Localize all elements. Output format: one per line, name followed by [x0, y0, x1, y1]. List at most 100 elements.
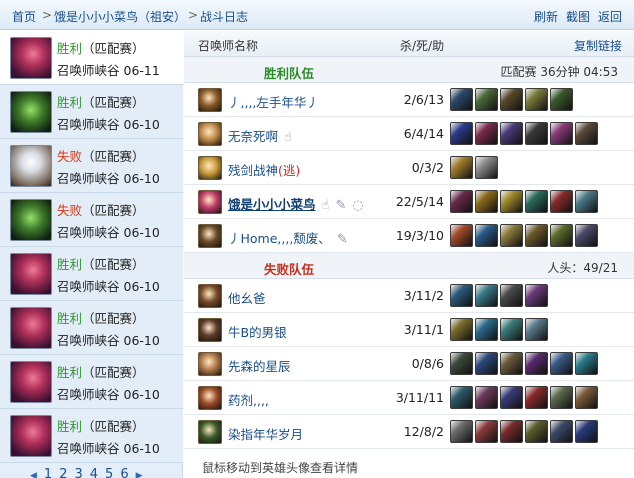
item-icon[interactable]	[475, 190, 498, 213]
item-icon[interactable]	[475, 386, 498, 409]
champion-icon[interactable]	[198, 156, 222, 180]
screenshot-button[interactable]: 截图	[566, 8, 590, 25]
champion-avatar	[10, 37, 52, 79]
item-icon[interactable]	[450, 352, 473, 375]
item-icon[interactable]	[575, 352, 598, 375]
result-label: 胜利	[57, 95, 83, 110]
summoner-name[interactable]: 无奈死啊 ☝	[228, 126, 292, 145]
champion-icon[interactable]	[198, 224, 222, 248]
item-icon[interactable]	[450, 88, 473, 111]
item-icon[interactable]	[500, 224, 523, 247]
item-icon[interactable]	[550, 190, 573, 213]
summoner-name[interactable]: 丿Home,,,,颓废、 ✎	[228, 228, 348, 247]
item-icon[interactable]	[500, 352, 523, 375]
summoner-name[interactable]: 染指年华岁月	[228, 424, 303, 443]
champion-icon[interactable]	[198, 420, 222, 444]
item-icon[interactable]	[525, 318, 548, 341]
summoner-name[interactable]: 先森的星辰	[228, 356, 291, 375]
item-icon[interactable]	[450, 190, 473, 213]
back-button[interactable]: 返回	[598, 8, 622, 25]
breadcrumb-player[interactable]: 饿是小小小菜鸟（祖安）	[54, 8, 186, 25]
match-item[interactable]: 胜利（匹配赛） 召唤师峡谷 06-10	[0, 355, 183, 409]
item-icon[interactable]	[450, 224, 473, 247]
item-icon[interactable]	[475, 318, 498, 341]
page-link[interactable]: 3	[74, 467, 82, 478]
champion-icon[interactable]	[198, 386, 222, 410]
next-page-icon[interactable]: ▶	[136, 471, 143, 478]
item-icon[interactable]	[475, 122, 498, 145]
item-icon[interactable]	[525, 386, 548, 409]
prev-page-icon[interactable]: ◀	[30, 471, 37, 478]
item-icon[interactable]	[575, 386, 598, 409]
item-icon[interactable]	[575, 190, 598, 213]
page-link[interactable]: 2	[59, 467, 67, 478]
match-item[interactable]: 失败（匹配赛） 召唤师峡谷 06-10	[0, 193, 183, 247]
breadcrumb-home[interactable]: 首页	[12, 8, 36, 25]
summoner-name[interactable]: 丿,,,,左手年华丿	[228, 92, 319, 111]
item-icon[interactable]	[575, 420, 598, 443]
item-icon[interactable]	[475, 224, 498, 247]
page-link[interactable]: 5	[105, 467, 113, 478]
item-icon[interactable]	[550, 88, 573, 111]
item-icon[interactable]	[450, 420, 473, 443]
item-icon[interactable]	[450, 386, 473, 409]
match-item[interactable]: 胜利（匹配赛） 召唤师峡谷 06-10	[0, 247, 183, 301]
summoner-name[interactable]: 残剑战神(逃)	[228, 160, 300, 179]
match-mode: （匹配赛）	[82, 311, 145, 326]
summoner-name[interactable]: 他幺爸	[228, 288, 266, 307]
champion-icon[interactable]	[198, 122, 222, 146]
item-icon[interactable]	[500, 420, 523, 443]
kda-value: 3/11/2	[403, 288, 444, 303]
champion-icon[interactable]	[198, 88, 222, 112]
item-icon[interactable]	[500, 190, 523, 213]
item-icon[interactable]	[575, 224, 598, 247]
item-icon[interactable]	[450, 122, 473, 145]
item-icon[interactable]	[525, 190, 548, 213]
item-icon[interactable]	[475, 420, 498, 443]
item-icon[interactable]	[500, 88, 523, 111]
match-item[interactable]: 失败（匹配赛） 召唤师峡谷 06-10	[0, 139, 183, 193]
item-icon[interactable]	[475, 284, 498, 307]
match-item[interactable]: 胜利（匹配赛） 召唤师峡谷 06-10	[0, 85, 183, 139]
champion-icon[interactable]	[198, 318, 222, 342]
item-icon[interactable]	[525, 284, 548, 307]
match-item[interactable]: 胜利（匹配赛） 召唤师峡谷 06-11	[0, 31, 183, 85]
summoner-name[interactable]: 饿是小小小菜鸟 ☝ ✎ ◌	[228, 194, 364, 213]
item-icon[interactable]	[550, 122, 573, 145]
summoner-name[interactable]: 药剂,,,,	[228, 390, 269, 409]
match-item[interactable]: 胜利（匹配赛） 召唤师峡谷 06-10	[0, 409, 183, 463]
summoner-name[interactable]: 牛B的男银	[228, 322, 287, 341]
champion-icon[interactable]	[198, 284, 222, 308]
item-icon[interactable]	[525, 122, 548, 145]
item-icon[interactable]	[550, 352, 573, 375]
item-icon[interactable]	[500, 122, 523, 145]
champion-icon[interactable]	[198, 352, 222, 376]
item-icon[interactable]	[550, 224, 573, 247]
item-icon[interactable]	[450, 156, 473, 179]
kda-value: 19/3/10	[395, 228, 444, 243]
page-link[interactable]: 1	[44, 467, 52, 478]
feather-icon: ✎	[336, 232, 348, 247]
item-icon[interactable]	[575, 122, 598, 145]
copy-link-button[interactable]: 复制链接	[574, 37, 622, 54]
item-icon[interactable]	[475, 88, 498, 111]
item-icon[interactable]	[475, 156, 498, 179]
item-icon[interactable]	[550, 420, 573, 443]
item-icon[interactable]	[475, 352, 498, 375]
refresh-button[interactable]: 刷新	[534, 8, 558, 25]
page-link[interactable]: 6	[120, 467, 128, 478]
item-icon[interactable]	[500, 318, 523, 341]
item-icon[interactable]	[525, 420, 548, 443]
champion-avatar	[10, 307, 52, 349]
item-icon[interactable]	[525, 88, 548, 111]
item-icon[interactable]	[450, 284, 473, 307]
page-link[interactable]: 4	[90, 467, 98, 478]
item-icon[interactable]	[500, 386, 523, 409]
item-icon[interactable]	[500, 284, 523, 307]
item-icon[interactable]	[550, 386, 573, 409]
match-item[interactable]: 胜利（匹配赛） 召唤师峡谷 06-10	[0, 301, 183, 355]
item-icon[interactable]	[525, 224, 548, 247]
item-icon[interactable]	[525, 352, 548, 375]
champion-icon[interactable]	[198, 190, 222, 214]
item-icon[interactable]	[450, 318, 473, 341]
